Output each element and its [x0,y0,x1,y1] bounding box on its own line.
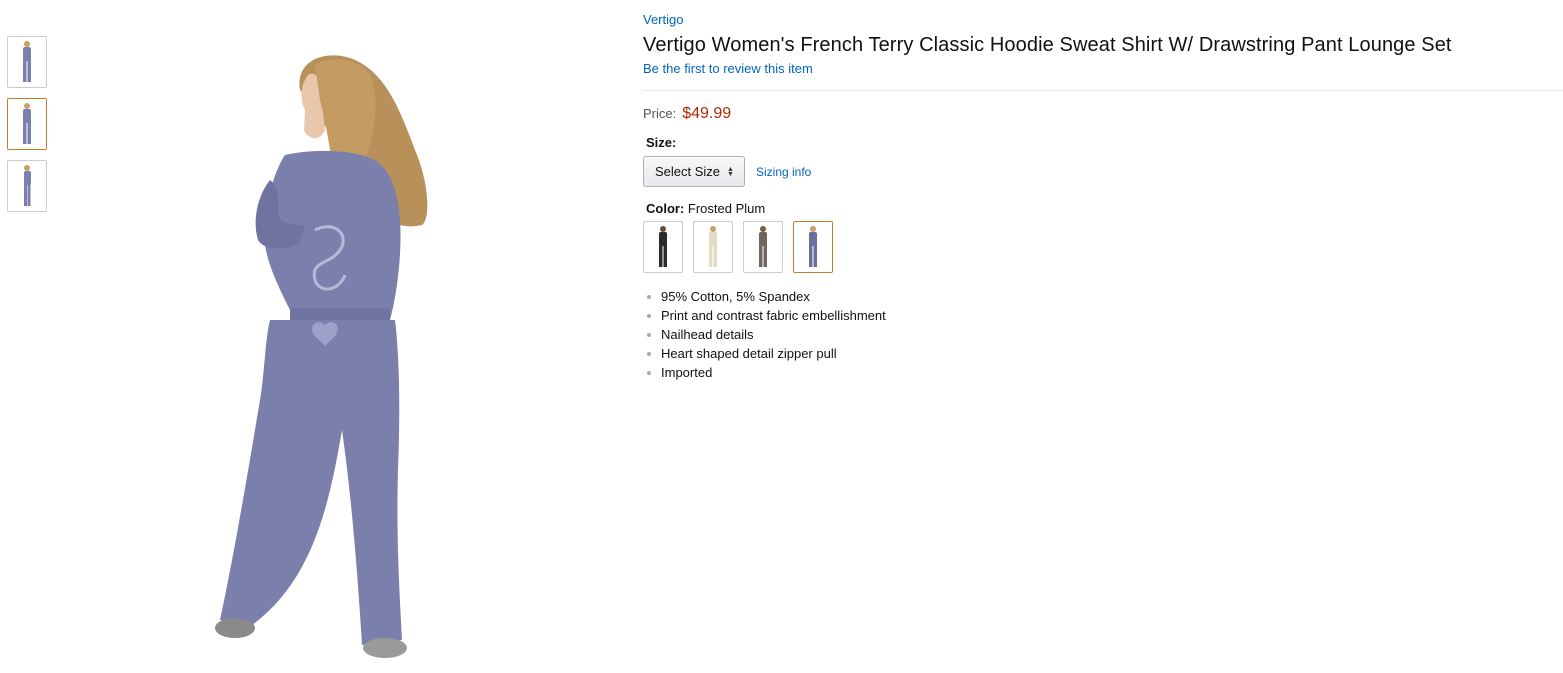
feature-list: 95% Cotton, 5% Spandex Print and contras… [643,287,1563,382]
updown-arrows-icon: ▲ ▼ [727,165,734,178]
model-taupe-outfit-icon [759,226,767,267]
main-product-image[interactable] [100,20,620,673]
model-cream-outfit-icon [709,226,717,267]
sizing-info-link[interactable]: Sizing info [756,165,811,179]
feature-item: 95% Cotton, 5% Spandex [643,287,1563,306]
model-front-icon [23,41,31,82]
feature-item: Print and contrast fabric embellishment [643,306,1563,325]
model-back-icon [23,103,31,144]
swatch-taupe[interactable] [743,221,783,273]
feature-item: Nailhead details [643,325,1563,344]
thumbnail-back-view[interactable] [7,98,47,150]
model-black-outfit-icon [659,226,667,267]
feature-item: Imported [643,363,1563,382]
size-row: Select Size ▲ ▼ Sizing info [643,156,1563,187]
size-label: Size: [646,135,677,150]
size-select-value: Select Size [655,164,721,179]
swatch-cream[interactable] [693,221,733,273]
color-row: Color: Frosted Plum [643,201,1563,216]
thumbnail-front-view[interactable] [7,36,47,88]
swatch-black[interactable] [643,221,683,273]
product-details: Vertigo Vertigo Women's French Terry Cla… [643,11,1563,382]
color-label: Color: [646,201,685,216]
divider [643,90,1563,91]
price-label: Price: [643,106,677,121]
price-value: $49.99 [682,105,732,122]
model-plum-outfit-icon [809,226,817,267]
thumbnail-list [7,36,47,222]
brand-link[interactable]: Vertigo [643,12,683,28]
feature-item: Heart shaped detail zipper pull [643,344,1563,363]
swatch-frosted-plum[interactable] [793,221,833,273]
review-link[interactable]: Be the first to review this item [643,61,813,77]
thumbnail-side-view[interactable] [7,160,47,212]
model-back-view-image [215,55,428,658]
color-swatches [643,221,1563,273]
product-title: Vertigo Women's French Terry Classic Hoo… [643,34,1452,56]
color-value: Frosted Plum [687,201,766,216]
size-select[interactable]: Select Size ▲ ▼ [643,156,745,187]
model-side-icon [24,165,31,206]
price-row: Price: $49.99 [643,105,1563,123]
